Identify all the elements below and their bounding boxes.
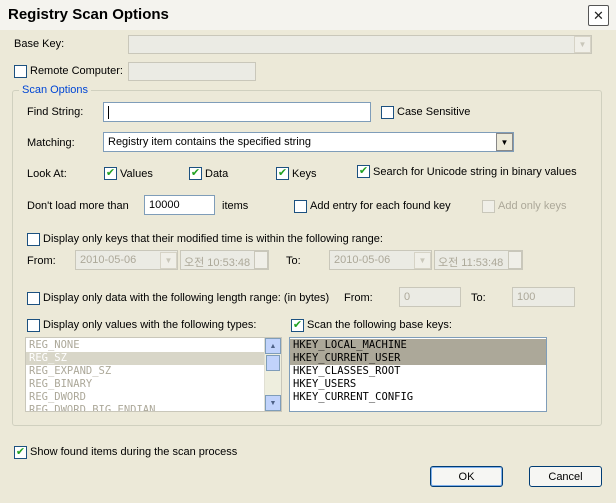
dont-load-label: Don't load more than: [27, 200, 129, 212]
base-keys-label: Scan the following base keys:: [307, 319, 452, 331]
modified-from-time-value: 오전 10:53:48: [184, 257, 251, 269]
list-item[interactable]: REG_BINARY: [26, 378, 264, 391]
matching-label: Matching:: [27, 137, 75, 149]
case-sensitive-label: Case Sensitive: [397, 106, 471, 118]
list-item[interactable]: REG_DWORD: [26, 391, 264, 404]
chevron-down-icon[interactable]: ▼: [496, 133, 513, 151]
spinner-icon[interactable]: [508, 251, 522, 269]
values-label: Values: [120, 168, 153, 180]
list-item[interactable]: HKEY_CURRENT_CONFIG: [290, 391, 546, 404]
list-item[interactable]: HKEY_CURRENT_USER: [290, 352, 546, 365]
list-item[interactable]: REG_NONE: [26, 339, 264, 352]
cancel-button[interactable]: Cancel: [529, 466, 602, 487]
keys-checkbox[interactable]: ✔: [276, 167, 289, 180]
matching-combobox[interactable]: Registry item contains the specified str…: [103, 132, 514, 152]
length-from-value: 0: [404, 291, 411, 303]
modified-from-time[interactable]: 오전 10:53:48: [180, 250, 269, 270]
length-range-label: Display only data with the following len…: [43, 292, 330, 304]
value-types-label: Display only values with the following t…: [43, 319, 257, 331]
look-at-label: Look At:: [27, 168, 67, 180]
list-item[interactable]: HKEY_LOCAL_MACHINE: [290, 339, 546, 352]
scrollbar[interactable]: ▲ ▼: [264, 338, 281, 411]
modified-time-label: Display only keys that their modified ti…: [43, 233, 383, 245]
show-found-checkbox[interactable]: ✔: [14, 446, 27, 459]
length-from-input[interactable]: 0: [399, 287, 461, 307]
modified-to-label: To:: [286, 255, 301, 267]
close-icon: ✕: [593, 7, 604, 23]
modified-from-label: From:: [27, 255, 56, 267]
list-item[interactable]: REG_DWORD_BIG_ENDIAN: [26, 404, 264, 411]
scroll-thumb[interactable]: [266, 355, 280, 371]
close-button[interactable]: ✕: [588, 5, 609, 26]
modified-from-date-value: 2010-05-06: [80, 254, 137, 266]
length-from-label: From:: [344, 292, 373, 304]
modified-to-date[interactable]: 2010-05-06 ▼: [329, 250, 432, 270]
add-entry-checkbox[interactable]: [294, 200, 307, 213]
modified-to-time[interactable]: 오전 11:53:48: [434, 250, 523, 270]
modified-from-date[interactable]: 2010-05-06 ▼: [75, 250, 178, 270]
case-sensitive-checkbox[interactable]: [381, 106, 394, 119]
modified-to-time-value: 오전 11:53:48: [438, 257, 504, 269]
modified-time-checkbox[interactable]: [27, 233, 40, 246]
chevron-down-icon[interactable]: ▼: [574, 36, 591, 53]
keys-label: Keys: [292, 168, 317, 180]
data-label: Data: [205, 168, 229, 180]
list-item[interactable]: HKEY_USERS: [290, 378, 546, 391]
add-entry-label: Add entry for each found key: [310, 200, 451, 212]
remote-computer-input[interactable]: [128, 62, 256, 81]
unicode-search-checkbox[interactable]: ✔: [357, 165, 370, 178]
max-items-input[interactable]: 10000: [144, 195, 215, 215]
max-items-value: 10000: [149, 199, 180, 211]
find-string-label: Find String:: [27, 106, 84, 118]
list-item[interactable]: HKEY_CLASSES_ROOT: [290, 365, 546, 378]
text-caret: [108, 106, 109, 119]
unicode-search-label: Search for Unicode string in binary valu…: [373, 166, 577, 178]
chevron-down-icon[interactable]: ▼: [414, 252, 431, 269]
window-title: Registry Scan Options: [8, 6, 169, 23]
remote-computer-checkbox[interactable]: [14, 65, 27, 78]
data-checkbox[interactable]: ✔: [189, 167, 202, 180]
base-key-label: Base Key:: [14, 38, 65, 50]
spinner-icon[interactable]: [254, 251, 268, 269]
value-types-checkbox[interactable]: [27, 319, 40, 332]
base-keys-list[interactable]: HKEY_LOCAL_MACHINE HKEY_CURRENT_USER HKEY_…: [289, 337, 547, 412]
remote-computer-label: Remote Computer:: [30, 65, 123, 77]
length-to-label: To:: [471, 292, 486, 304]
scan-options-title: Scan Options: [19, 84, 92, 96]
add-only-keys-label: Add only keys: [498, 200, 567, 212]
base-key-combobox[interactable]: ▼: [128, 35, 592, 54]
scroll-up-icon[interactable]: ▲: [265, 338, 281, 354]
matching-value: Registry item contains the specified str…: [108, 136, 311, 148]
length-to-value: 100: [517, 291, 536, 303]
list-item[interactable]: REG_SZ: [26, 352, 264, 365]
list-item[interactable]: REG_EXPAND_SZ: [26, 365, 264, 378]
find-string-input[interactable]: [103, 102, 371, 122]
base-keys-checkbox[interactable]: ✔: [291, 319, 304, 332]
modified-to-date-value: 2010-05-06: [334, 254, 391, 266]
add-only-keys-checkbox[interactable]: [482, 200, 495, 213]
length-range-checkbox[interactable]: [27, 292, 40, 305]
show-found-label: Show found items during the scan process: [30, 446, 238, 458]
chevron-down-icon[interactable]: ▼: [160, 252, 177, 269]
length-to-input[interactable]: 100: [512, 287, 575, 307]
values-checkbox[interactable]: ✔: [104, 167, 117, 180]
items-label: items: [222, 200, 249, 212]
value-types-list[interactable]: REG_NONE REG_SZ REG_EXPAND_SZ REG_BINARY REG…: [25, 337, 282, 412]
scroll-down-icon[interactable]: ▼: [265, 395, 281, 411]
ok-button[interactable]: OK: [430, 466, 503, 487]
